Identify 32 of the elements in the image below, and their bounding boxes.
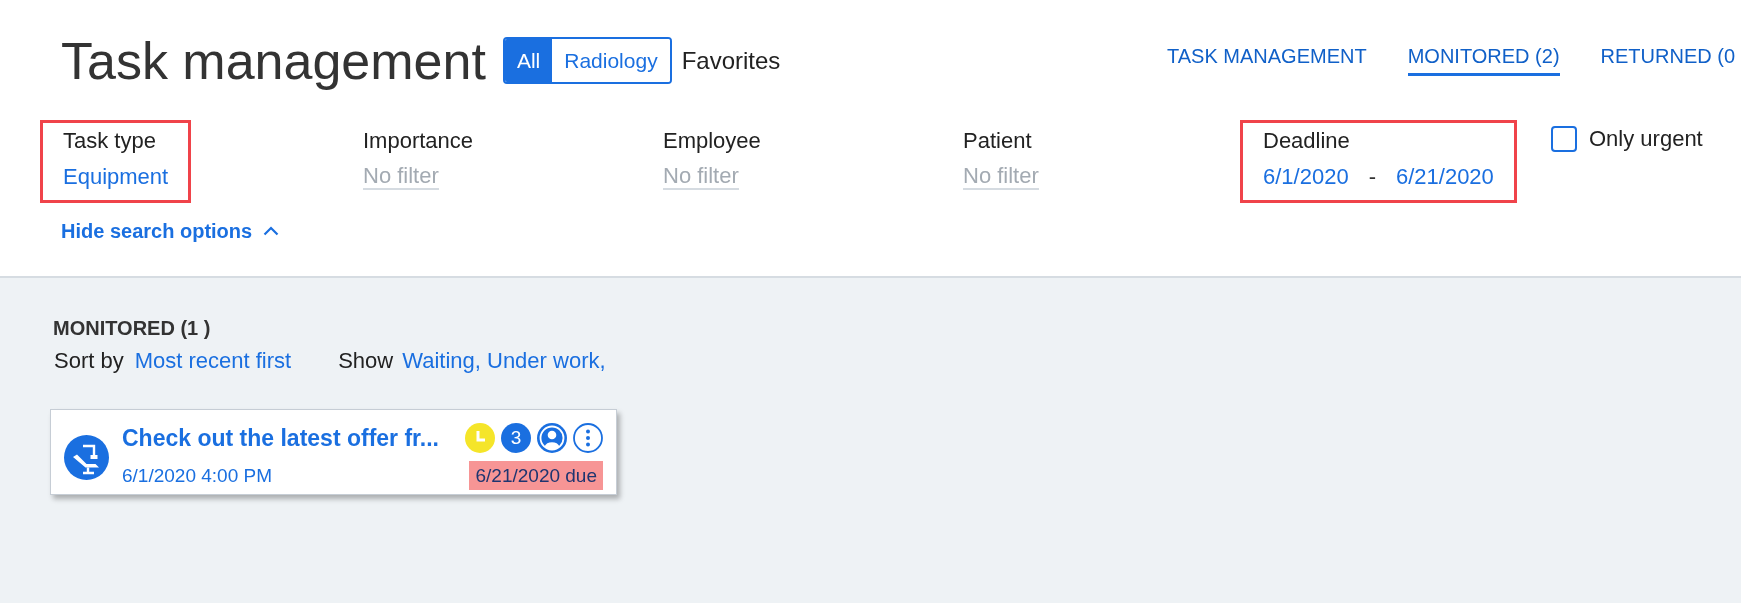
nav-tab[interactable]: MONITORED (2) <box>1407 45 1560 76</box>
show-label: Show <box>338 348 394 374</box>
count-badge: 3 <box>501 423 531 453</box>
filter-label: Employee <box>663 128 761 154</box>
more-icon[interactable] <box>573 423 603 453</box>
person-icon[interactable] <box>537 423 567 453</box>
filter-label: Patient <box>963 128 1032 154</box>
dental-chair-icon <box>64 434 109 480</box>
filter-label: Task type <box>63 128 156 154</box>
status-filter-dropdown[interactable]: Waiting, Under work, <box>402 348 606 374</box>
clock-icon <box>465 423 495 453</box>
sort-label: Sort by <box>54 348 124 374</box>
checkbox[interactable] <box>1551 126 1577 152</box>
date-separator: - <box>1368 164 1376 190</box>
nav-tab[interactable]: TASK MANAGEMENT <box>1167 45 1367 76</box>
task-date: 6/1/2020 4:00 PM <box>122 464 272 487</box>
filter-label: Importance <box>363 128 474 154</box>
hide-search-options-button[interactable]: Hide search options <box>61 218 280 244</box>
chevron-up-icon <box>263 226 280 236</box>
list-heading: MONITORED (1 ) <box>53 316 211 340</box>
task-title[interactable]: Check out the latest offer fr... <box>122 424 439 452</box>
scope-tab[interactable]: All <box>504 39 553 82</box>
task-card[interactable]: Check out the latest offer fr... 3 6/1/2020 4:00 PM 6/21/2020 due <box>50 409 617 495</box>
due-date-label: 6/21/2020 due <box>469 461 603 490</box>
filter-dropdown[interactable]: Equipment <box>63 164 169 190</box>
favorites-link[interactable]: Favorites <box>681 46 781 75</box>
sort-dropdown[interactable]: Most recent first <box>134 348 292 374</box>
date-field[interactable]: 6/21/2020 <box>1395 164 1494 190</box>
nav-tab[interactable]: RETURNED (0 <box>1600 45 1735 76</box>
filter-label: Deadline <box>1263 128 1350 154</box>
checkbox-label[interactable]: Only urgent <box>1589 126 1703 152</box>
date-field[interactable]: 6/1/2020 <box>1263 164 1349 190</box>
